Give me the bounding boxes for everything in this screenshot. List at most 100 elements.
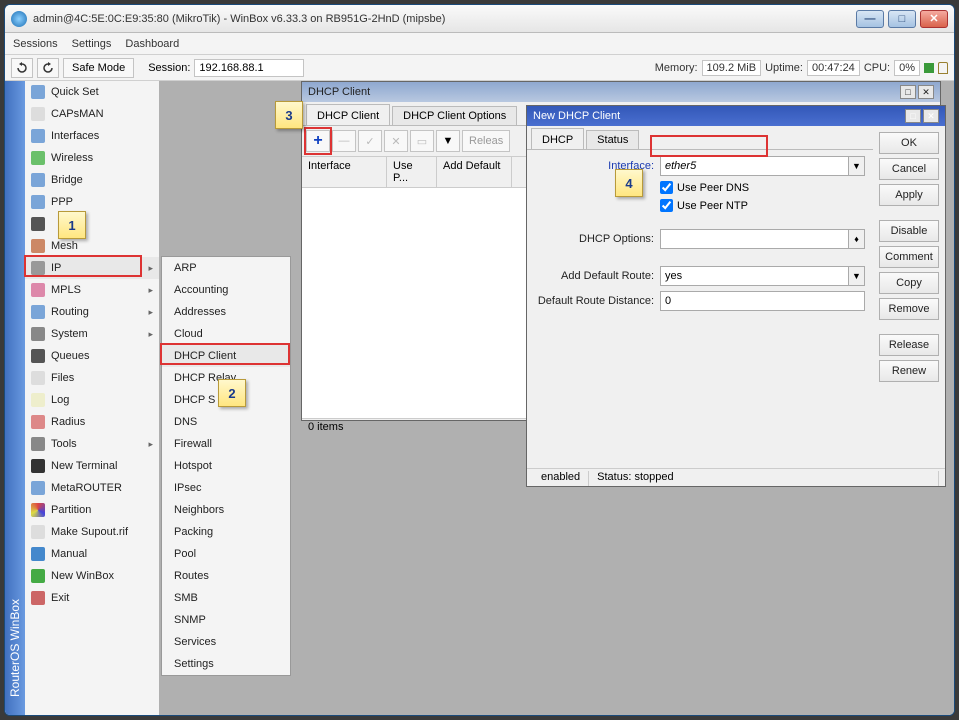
apply-button[interactable]: Apply <box>879 184 939 206</box>
comment-button[interactable]: Comment <box>879 246 939 268</box>
col-interface[interactable]: Interface <box>302 157 387 187</box>
menu-sessions[interactable]: Sessions <box>13 38 58 50</box>
sidebar-files[interactable]: Files <box>25 367 159 389</box>
col-adddefault[interactable]: Add Default <box>437 157 512 187</box>
sidebar-log[interactable]: Log <box>25 389 159 411</box>
submenu-arp[interactable]: ARP <box>162 257 290 279</box>
copy-button[interactable]: Copy <box>879 272 939 294</box>
sidebar-mpls[interactable]: MPLS▸ <box>25 279 159 301</box>
dhcp-options-spinner-icon[interactable]: ♦ <box>849 229 865 249</box>
callout-2: 2 <box>218 379 246 407</box>
use-peer-ntp-checkbox[interactable] <box>660 199 673 212</box>
safemode-button[interactable]: Safe Mode <box>63 58 134 78</box>
redo-button[interactable] <box>37 58 59 78</box>
sidebar-queues[interactable]: Queues <box>25 345 159 367</box>
sidebar-manual[interactable]: Manual <box>25 543 159 565</box>
tab-dhcp-client-options[interactable]: DHCP Client Options <box>392 106 517 125</box>
default-route-distance-input[interactable]: 0 <box>660 291 865 311</box>
sidebar-tools[interactable]: Tools▸ <box>25 433 159 455</box>
close-button[interactable]: ✕ <box>920 10 948 28</box>
submenu-services[interactable]: Services <box>162 631 290 653</box>
interface-input[interactable]: ether5 <box>660 156 849 176</box>
lock-icon <box>938 62 948 74</box>
remove-button[interactable]: Remove <box>879 298 939 320</box>
cancel-button[interactable]: Cancel <box>879 158 939 180</box>
tab-dhcp[interactable]: DHCP <box>531 128 584 149</box>
sidebar-wireless[interactable]: Wireless <box>25 147 159 169</box>
ok-button[interactable]: OK <box>879 132 939 154</box>
col-usep[interactable]: Use P... <box>387 157 437 187</box>
enable-button[interactable]: ✓ <box>358 130 382 152</box>
submenu-neighbors[interactable]: Neighbors <box>162 499 290 521</box>
submenu-accounting[interactable]: Accounting <box>162 279 290 301</box>
session-input[interactable] <box>194 59 304 77</box>
window-title: admin@4C:5E:0C:E9:35:80 (MikroTik) - Win… <box>33 13 856 25</box>
minimize-button[interactable]: — <box>856 10 884 28</box>
submenu-firewall[interactable]: Firewall <box>162 433 290 455</box>
sidebar: Quick Set CAPsMAN Interfaces Wireless Br… <box>25 81 160 715</box>
tab-status[interactable]: Status <box>586 130 639 149</box>
submenu-pool[interactable]: Pool <box>162 543 290 565</box>
submenu-cloud[interactable]: Cloud <box>162 323 290 345</box>
submenu-addresses[interactable]: Addresses <box>162 301 290 323</box>
use-peer-dns-checkbox[interactable] <box>660 181 673 194</box>
submenu-routes[interactable]: Routes <box>162 565 290 587</box>
sidebar-metarouter[interactable]: MetaROUTER <box>25 477 159 499</box>
sidebar-switch[interactable] <box>25 213 159 235</box>
cpu-label: CPU: <box>864 62 890 74</box>
maximize-button[interactable]: □ <box>888 10 916 28</box>
submenu-dns[interactable]: DNS <box>162 411 290 433</box>
vertical-tab[interactable]: RouterOS WinBox <box>5 81 25 715</box>
sidebar-partition[interactable]: Partition <box>25 499 159 521</box>
chevron-right-icon: ▸ <box>148 439 153 450</box>
menubar: Sessions Settings Dashboard <box>5 33 954 55</box>
chevron-right-icon: ▸ <box>148 285 153 296</box>
sidebar-mesh[interactable]: Mesh <box>25 235 159 257</box>
add-button[interactable]: + <box>306 130 330 152</box>
sidebar-radius[interactable]: Radius <box>25 411 159 433</box>
sidebar-interfaces[interactable]: Interfaces <box>25 125 159 147</box>
comment-button[interactable]: ▭ <box>410 130 434 152</box>
remove-button[interactable]: — <box>332 130 356 152</box>
sidebar-capsman[interactable]: CAPsMAN <box>25 103 159 125</box>
menu-dashboard[interactable]: Dashboard <box>125 38 179 50</box>
sidebar-system[interactable]: System▸ <box>25 323 159 345</box>
sidebar-routing[interactable]: Routing▸ <box>25 301 159 323</box>
sidebar-ppp[interactable]: PPP <box>25 191 159 213</box>
menu-settings[interactable]: Settings <box>72 38 112 50</box>
release-button-side[interactable]: Release <box>879 334 939 356</box>
sidebar-newwinbox[interactable]: New WinBox <box>25 565 159 587</box>
add-default-route-input[interactable]: yes <box>660 266 849 286</box>
dhcp-options-input[interactable] <box>660 229 849 249</box>
submenu-hotspot[interactable]: Hotspot <box>162 455 290 477</box>
sidebar-exit[interactable]: Exit <box>25 587 159 609</box>
chevron-right-icon: ▸ <box>148 307 153 318</box>
dhcp-restore-button[interactable]: □ <box>900 85 916 99</box>
submenu-smb[interactable]: SMB <box>162 587 290 609</box>
new-dhcp-close-button[interactable]: ✕ <box>923 109 939 123</box>
submenu-snmp[interactable]: SNMP <box>162 609 290 631</box>
sidebar-quickset[interactable]: Quick Set <box>25 81 159 103</box>
renew-button[interactable]: Renew <box>879 360 939 382</box>
dhcp-close-button[interactable]: ✕ <box>918 85 934 99</box>
interface-dropdown-icon[interactable]: ▼ <box>849 156 865 176</box>
system-icon <box>31 327 45 341</box>
memory-value: 109.2 MiB <box>702 60 762 76</box>
filter-button[interactable]: ▼ <box>436 130 460 152</box>
sidebar-bridge[interactable]: Bridge <box>25 169 159 191</box>
wireless-icon <box>31 151 45 165</box>
disable-button[interactable]: ✕ <box>384 130 408 152</box>
new-dhcp-restore-button[interactable]: □ <box>905 109 921 123</box>
sidebar-newterminal[interactable]: New Terminal <box>25 455 159 477</box>
tab-dhcp-client[interactable]: DHCP Client <box>306 104 390 125</box>
add-default-route-dropdown-icon[interactable]: ▼ <box>849 266 865 286</box>
sidebar-ip[interactable]: IP▸ <box>25 257 159 279</box>
disable-button[interactable]: Disable <box>879 220 939 242</box>
submenu-settings[interactable]: Settings <box>162 653 290 675</box>
release-button[interactable]: Releas <box>462 130 510 152</box>
sidebar-supout[interactable]: Make Supout.rif <box>25 521 159 543</box>
submenu-dhcpclient[interactable]: DHCP Client <box>162 345 290 367</box>
undo-button[interactable] <box>11 58 33 78</box>
submenu-ipsec[interactable]: IPsec <box>162 477 290 499</box>
submenu-packing[interactable]: Packing <box>162 521 290 543</box>
